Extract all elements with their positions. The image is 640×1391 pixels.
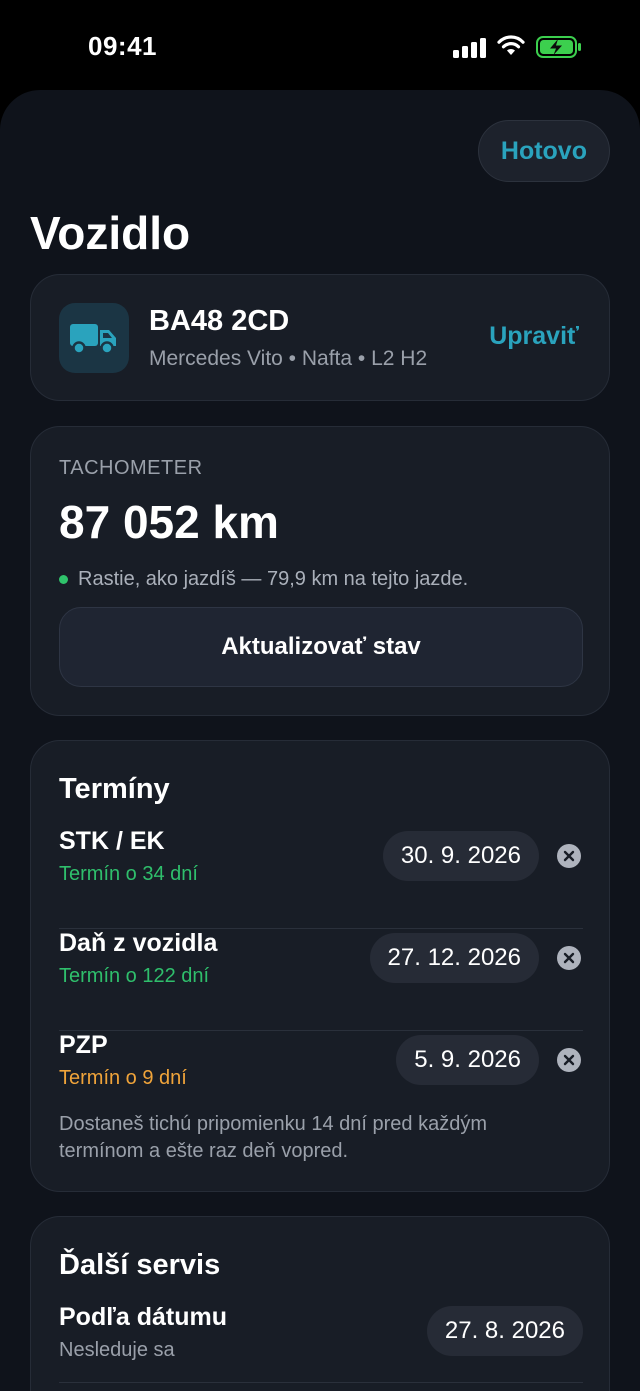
service-card: Ďalší servis Podľa dátumu Nesleduje sa 2…	[30, 1216, 610, 1391]
deadline-name: STK / EK	[59, 827, 165, 855]
status-bar: 09:41	[0, 0, 640, 92]
service-status: Nesleduje sa	[59, 1339, 175, 1361]
battery-charging-icon	[536, 36, 581, 58]
page-title: Vozidlo	[30, 207, 191, 259]
reminder-footnote: Dostaneš tichú pripomienku 14 dní pred k…	[59, 1113, 488, 1162]
service-row-by-date: Podľa dátumu Nesleduje sa 27. 8. 2026	[59, 1303, 583, 1383]
trip-note-text: Rastie, ako jazdíš — 79,9 km na tejto ja…	[78, 568, 469, 590]
deadline-name: Daň z vozidla	[59, 929, 218, 957]
deadline-status: Termín o 34 dní	[59, 863, 198, 885]
deadline-row-stk: STK / EK Termín o 34 dní 30. 9. 2026	[59, 827, 583, 929]
wifi-icon	[497, 35, 525, 55]
clear-date-icon[interactable]	[557, 946, 581, 970]
trip-note: Rastie, ako jazdíš — 79,9 km na tejto ja…	[59, 568, 468, 591]
done-button[interactable]: Hotovo	[477, 120, 610, 182]
cellular-signal-icon	[453, 36, 487, 58]
status-dot-icon	[59, 575, 68, 584]
clear-date-icon[interactable]	[557, 844, 581, 868]
vehicle-details: Mercedes Vito • Nafta • L2 H2	[149, 347, 428, 370]
clear-date-icon[interactable]	[557, 1048, 581, 1072]
vehicle-avatar	[59, 303, 129, 373]
deadlines-card: Termíny STK / EK Termín o 34 dní 30. 9. …	[30, 740, 610, 1192]
update-odometer-button[interactable]: Aktualizovať stav	[59, 607, 583, 687]
service-heading: Ďalší servis	[59, 1249, 221, 1281]
deadline-date-picker[interactable]: 5. 9. 2026	[396, 1035, 539, 1085]
tachometer-label: TACHOMETER	[59, 457, 203, 479]
deadline-status: Termín o 122 dní	[59, 965, 210, 987]
deadline-name: PZP	[59, 1031, 108, 1059]
vehicle-card: BA48 2CD Mercedes Vito • Nafta • L2 H2 U…	[30, 274, 610, 401]
service-date-picker[interactable]: 27. 8. 2026	[426, 1306, 583, 1356]
deadline-date-picker[interactable]: 30. 9. 2026	[382, 831, 539, 881]
status-time: 09:41	[88, 31, 157, 61]
vehicle-plate: BA48 2CD	[149, 305, 290, 337]
deadline-status: Termín o 9 dní	[59, 1067, 187, 1089]
deadline-date-picker[interactable]: 27. 12. 2026	[369, 933, 539, 983]
deadlines-heading: Termíny	[59, 773, 170, 805]
truck-icon	[70, 324, 116, 355]
vehicle-sheet: Hotovo Vozidlo BA48 2CD Mercedes Vito • …	[0, 90, 640, 1391]
odometer-value: 87 052 km	[59, 496, 279, 548]
service-name: Podľa dátumu	[59, 1303, 227, 1331]
tachometer-card: TACHOMETER 87 052 km Rastie, ako jazdíš …	[30, 426, 610, 716]
deadline-row-tax: Daň z vozidla Termín o 122 dní 27. 12. 2…	[59, 929, 583, 1031]
edit-vehicle-button[interactable]: Upraviť	[489, 322, 579, 351]
